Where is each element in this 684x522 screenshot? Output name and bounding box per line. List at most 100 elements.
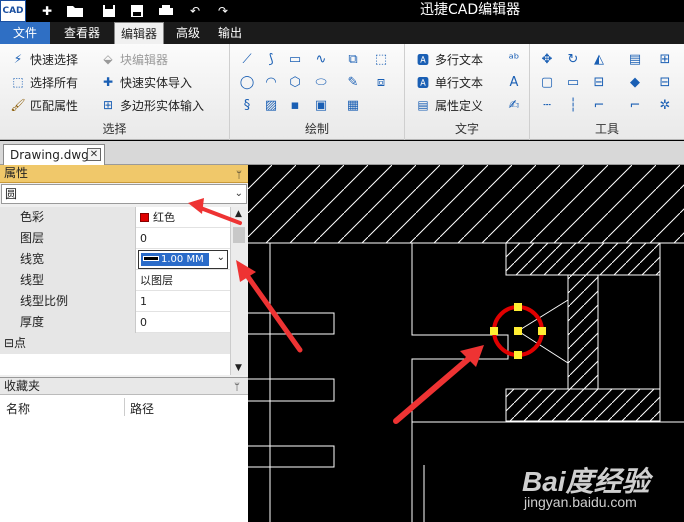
extend-icon[interactable]: ┆ bbox=[564, 96, 582, 114]
prop-name: 图层 bbox=[0, 228, 136, 249]
single-text-button[interactable]: 🅰 单行文本 bbox=[415, 72, 483, 92]
rectangle-tool-icon[interactable]: ▭ bbox=[286, 50, 304, 68]
grip-right[interactable] bbox=[538, 327, 546, 335]
new-file-icon[interactable]: ✚ bbox=[34, 0, 60, 22]
prop-row-linetype-scale[interactable]: 线型比例 1 bbox=[0, 291, 230, 312]
prop-value[interactable]: 0 bbox=[137, 312, 230, 333]
prop-row-linetype[interactable]: 线型 以图层 bbox=[0, 270, 230, 291]
prop-value-color[interactable]: 红色 bbox=[137, 207, 230, 228]
single-text-icon: 🅰 bbox=[416, 75, 429, 90]
scroll-up-icon[interactable]: ▲ bbox=[235, 209, 242, 219]
chevron-down-icon[interactable]: ⌄ bbox=[217, 252, 225, 263]
move-icon[interactable]: ✥ bbox=[538, 50, 556, 68]
ellipse-tool-icon[interactable]: ⬭ bbox=[312, 73, 330, 91]
revision-cloud-icon[interactable]: § bbox=[238, 96, 256, 114]
copy-tool-icon[interactable]: ⧈ bbox=[372, 73, 390, 91]
pin-icon[interactable]: ᛘ bbox=[234, 380, 240, 396]
text-style-icon[interactable]: ᵃᵇ bbox=[505, 50, 523, 68]
layer-icon[interactable]: ▤ bbox=[626, 50, 644, 68]
hatch-tool-icon[interactable]: ▨ bbox=[262, 96, 280, 114]
prop-row-lineweight[interactable]: 线宽 1.00 MM ⌄ bbox=[0, 249, 230, 270]
grid-icon[interactable]: ⊞ bbox=[656, 50, 674, 68]
attribute-definition-button[interactable]: ▤ 属性定义 bbox=[415, 95, 483, 115]
grip-bottom[interactable] bbox=[514, 351, 522, 359]
image-tool-icon[interactable]: ▣ bbox=[312, 96, 330, 114]
color-icon[interactable]: ◆ bbox=[626, 73, 644, 91]
mirror-icon[interactable]: ◭ bbox=[590, 50, 608, 68]
region-tool-icon[interactable]: ⬚ bbox=[372, 50, 390, 68]
tab-editor[interactable]: 编辑器 bbox=[114, 22, 164, 44]
lineweight-dropdown[interactable]: 1.00 MM ⌄ bbox=[138, 250, 228, 269]
properties-panel-header: 属性 ᛘ bbox=[0, 165, 248, 183]
open-folder-icon[interactable] bbox=[62, 0, 88, 22]
quick-select-button[interactable]: ⚡ 快速选择 bbox=[10, 49, 78, 69]
document-tab[interactable]: Drawing.dwg ✕ bbox=[3, 144, 105, 165]
undo-icon[interactable]: ↶ bbox=[182, 0, 208, 22]
tab-file[interactable]: 文件 bbox=[0, 22, 50, 44]
quick-entity-import-button[interactable]: ✚ 快速实体导入 bbox=[100, 72, 192, 92]
scroll-down-icon[interactable]: ▼ bbox=[235, 363, 242, 373]
select-group-label: 选择 bbox=[102, 122, 127, 136]
save-icon[interactable] bbox=[96, 0, 122, 22]
column-path[interactable]: 路径 bbox=[130, 400, 154, 417]
block-editor-button[interactable]: ⬙ 块编辑器 bbox=[100, 49, 168, 69]
tab-advanced[interactable]: 高级 bbox=[170, 22, 206, 44]
line-tool-icon[interactable]: ⟋ bbox=[238, 50, 256, 68]
cad-outline[interactable] bbox=[598, 274, 661, 390]
grip-left[interactable] bbox=[490, 327, 498, 335]
object-type-select[interactable]: 圆 ⌄ bbox=[1, 184, 247, 204]
scroll-thumb[interactable] bbox=[233, 227, 245, 243]
hatch-region-rib-bottom[interactable] bbox=[505, 388, 661, 422]
cad-outline[interactable] bbox=[411, 243, 509, 522]
fillet-icon[interactable]: ⌐ bbox=[590, 96, 608, 114]
tab-output[interactable]: 输出 bbox=[212, 22, 248, 44]
settings-icon[interactable]: ✲ bbox=[656, 96, 674, 114]
prop-row-color[interactable]: 色彩 红色 bbox=[0, 207, 230, 228]
column-name[interactable]: 名称 bbox=[6, 400, 30, 417]
circle-tool-icon[interactable]: ◯ bbox=[238, 73, 256, 91]
pin-icon[interactable]: ᛘ bbox=[236, 167, 242, 184]
polygon-entity-input-button[interactable]: ⊞ 多边形实体输入 bbox=[100, 95, 204, 115]
property-scrollbar[interactable]: ▲ ▼ bbox=[230, 207, 247, 375]
hatch-region-web[interactable] bbox=[567, 274, 599, 390]
chamfer-icon[interactable]: ⌐ bbox=[626, 96, 644, 114]
grip-center[interactable] bbox=[514, 327, 522, 335]
select-all-button[interactable]: ⬚ 选择所有 bbox=[10, 72, 78, 92]
prop-row-layer[interactable]: 图层 0 bbox=[0, 228, 230, 249]
cad-slot[interactable] bbox=[248, 445, 335, 468]
prop-name: 线型 bbox=[0, 270, 136, 291]
cad-slot[interactable] bbox=[248, 312, 335, 335]
tab-viewer[interactable]: 查看器 bbox=[58, 22, 106, 44]
save-as-icon[interactable] bbox=[124, 0, 150, 22]
hatch-region-rib-top[interactable] bbox=[505, 242, 661, 276]
prop-value[interactable]: 0 bbox=[137, 228, 230, 249]
polygon-tool-icon[interactable]: ⬡ bbox=[286, 73, 304, 91]
spline-tool-icon[interactable]: ∿ bbox=[312, 50, 330, 68]
prop-row-thickness[interactable]: 厚度 0 bbox=[0, 312, 230, 333]
grip-top[interactable] bbox=[514, 303, 522, 311]
arc-tool-icon[interactable]: ◠ bbox=[262, 73, 280, 91]
redo-icon[interactable]: ↷ bbox=[210, 0, 236, 22]
mtext-button[interactable]: 🅰 多行文本 bbox=[415, 49, 483, 69]
hatch-region-top[interactable] bbox=[248, 165, 684, 243]
trim-icon[interactable]: ┄ bbox=[538, 96, 556, 114]
point-tool-icon[interactable]: ▪ bbox=[286, 96, 304, 114]
table-tool-icon[interactable]: ▦ bbox=[344, 96, 362, 114]
insert-block-icon[interactable]: ⧉ bbox=[344, 50, 362, 68]
text-pen-icon[interactable]: ✍ bbox=[505, 96, 523, 114]
match-properties-button[interactable]: 🖌 匹配属性 bbox=[10, 95, 78, 115]
prop-value[interactable]: 以图层 bbox=[137, 270, 230, 291]
print-icon[interactable] bbox=[153, 0, 179, 22]
cad-slot[interactable] bbox=[248, 378, 335, 402]
explode-icon[interactable]: ⊟ bbox=[656, 73, 674, 91]
polyline-tool-icon[interactable]: ⟆ bbox=[262, 50, 280, 68]
prop-value[interactable]: 1 bbox=[137, 291, 230, 312]
array-icon[interactable]: ⊟ bbox=[590, 73, 608, 91]
scale-icon[interactable]: ▢ bbox=[538, 73, 556, 91]
pen-tool-icon[interactable]: ✎ bbox=[344, 73, 362, 91]
text-edit-icon[interactable]: A bbox=[505, 73, 523, 91]
prop-category-point[interactable]: ⊟点 bbox=[0, 333, 230, 354]
close-tab-icon[interactable]: ✕ bbox=[87, 148, 101, 161]
rotate-icon[interactable]: ↻ bbox=[564, 50, 582, 68]
stretch-icon[interactable]: ▭ bbox=[564, 73, 582, 91]
